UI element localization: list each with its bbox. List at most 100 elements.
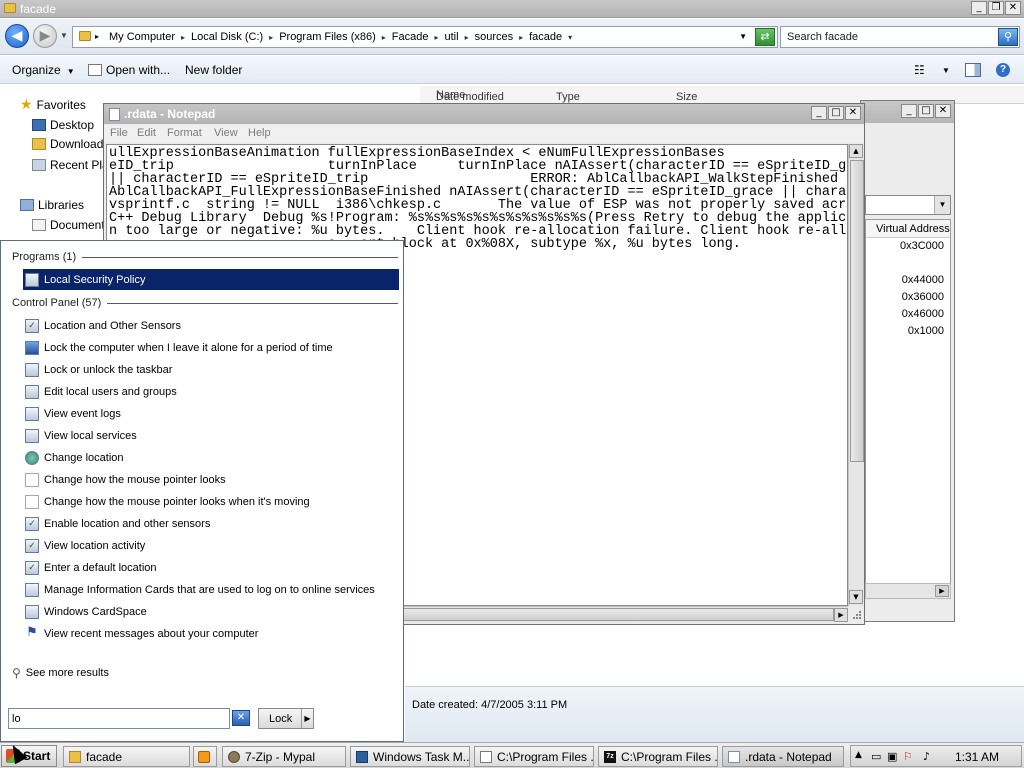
chevron-right-icon[interactable]: ▸: [265, 31, 277, 44]
clock[interactable]: 1:31 AM: [955, 750, 999, 764]
refresh-button[interactable]: ⇄: [755, 28, 775, 46]
breadcrumb-item[interactable]: Local Disk (C:): [189, 31, 265, 44]
menu-file[interactable]: File: [110, 127, 128, 139]
taskbar-item-task-manager[interactable]: Windows Task M...: [350, 746, 470, 767]
breadcrumb-item[interactable]: sources: [473, 31, 516, 44]
nav-downloads[interactable]: Downloads: [32, 137, 109, 151]
result-item[interactable]: ✓ View location activity: [25, 535, 401, 556]
back-button[interactable]: ◀: [5, 24, 29, 48]
taskbar-item-7zip[interactable]: 7z C:\Program Files ...: [598, 746, 718, 767]
address-dropdown-icon[interactable]: ▼: [739, 32, 747, 41]
scroll-up-arrow-icon[interactable]: ▲: [849, 144, 863, 158]
menu-help[interactable]: Help: [248, 127, 271, 139]
nav-desktop[interactable]: Desktop: [32, 118, 94, 132]
result-item[interactable]: Lock the computer when I leave it alone …: [25, 337, 401, 358]
breadcrumb-item[interactable]: facade: [527, 31, 564, 44]
open-with-button[interactable]: Open with...: [88, 63, 170, 77]
result-item[interactable]: Windows CardSpace: [25, 601, 401, 622]
breadcrumb-item[interactable]: Facade: [390, 31, 431, 44]
column-size[interactable]: Size: [676, 91, 697, 103]
forward-button[interactable]: ▶: [33, 24, 57, 48]
result-item[interactable]: Edit local users and groups: [25, 381, 401, 402]
chevron-right-icon[interactable]: ▸: [461, 31, 473, 44]
result-item[interactable]: ✓ Location and Other Sensors: [25, 315, 401, 336]
chevron-down-icon[interactable]: ▼: [934, 196, 950, 214]
chevron-right-icon[interactable]: ▸: [515, 31, 527, 44]
horizontal-scrollbar[interactable]: ▶: [865, 583, 951, 599]
result-item[interactable]: Manage Information Cards that are used t…: [25, 579, 401, 600]
chevron-right-icon[interactable]: ▸: [177, 31, 189, 44]
minimize-button[interactable]: _: [971, 1, 987, 15]
breadcrumb-item[interactable]: My Computer: [107, 31, 177, 44]
nav-documents[interactable]: Documents: [32, 218, 111, 232]
chevron-right-icon[interactable]: ▸: [378, 31, 390, 44]
notepad-title-bar[interactable]: .rdata - Notepad _ □ ✕: [104, 104, 864, 124]
menu-view[interactable]: View: [214, 127, 238, 139]
menu-format[interactable]: Format: [167, 127, 202, 139]
address-bar[interactable]: ▸ My Computer ▸ Local Disk (C:) ▸ Program …: [72, 26, 778, 48]
chevron-down-icon[interactable]: ▼: [942, 66, 950, 75]
close-button[interactable]: ✕: [1005, 1, 1021, 15]
column-virtual-address[interactable]: Virtual Address: [866, 220, 950, 238]
device-icon[interactable]: ▣: [887, 750, 897, 763]
scrollbar-thumb[interactable]: [850, 160, 864, 462]
views-icon[interactable]: ☷: [914, 63, 925, 77]
history-dropdown-icon[interactable]: ▼: [60, 31, 68, 40]
close-button[interactable]: ✕: [845, 106, 861, 120]
vertical-scrollbar[interactable]: ▲ ▼: [848, 144, 864, 606]
breadcrumb-item[interactable]: util: [443, 31, 461, 44]
taskbar-item-media-player[interactable]: [193, 746, 217, 767]
result-item[interactable]: ✓ Enable location and other sensors: [25, 513, 401, 534]
result-item[interactable]: Lock or unlock the taskbar: [25, 359, 401, 380]
search-input[interactable]: Search facade ⚲: [780, 26, 1020, 48]
breadcrumb-item[interactable]: Program Files (x86): [277, 31, 378, 44]
scroll-right-arrow-icon[interactable]: ▶: [935, 585, 949, 597]
taskbar-item-mypal[interactable]: 7-Zip - Mypal: [222, 746, 346, 767]
nav-favorites[interactable]: ★ Favorites: [20, 97, 86, 113]
maximize-button[interactable]: □: [828, 106, 844, 120]
minimize-button[interactable]: _: [811, 106, 827, 120]
result-item[interactable]: ✓ Enter a default location: [25, 557, 401, 578]
chevron-up-icon[interactable]: ▲: [855, 750, 862, 760]
maximize-button[interactable]: ❐: [988, 1, 1004, 15]
taskbar-item-notepad[interactable]: .rdata - Notepad: [722, 746, 844, 767]
taskbar-item-explorer[interactable]: C:\Program Files ...: [474, 746, 594, 767]
menu-edit[interactable]: Edit: [137, 127, 156, 139]
scroll-down-arrow-icon[interactable]: ▼: [849, 590, 863, 604]
result-item[interactable]: Change how the mouse pointer looks when …: [25, 491, 401, 512]
maximize-button[interactable]: □: [918, 104, 934, 118]
clear-search-icon[interactable]: ✕: [232, 710, 250, 726]
minimize-button[interactable]: _: [901, 104, 917, 118]
nav-label: Downloads: [50, 137, 110, 151]
explorer-title-bar[interactable]: facade _ ❐ ✕: [0, 0, 1024, 18]
close-button[interactable]: ✕: [935, 104, 951, 118]
result-item[interactable]: Change how the mouse pointer looks: [25, 469, 401, 490]
chevron-right-icon[interactable]: ▶: [301, 709, 313, 728]
organize-button[interactable]: Organize ▼: [12, 63, 75, 77]
result-item[interactable]: View event logs: [25, 403, 401, 424]
chevron-right-icon[interactable]: ▾: [564, 31, 576, 44]
taskbar-item-facade[interactable]: facade: [63, 746, 190, 767]
chevron-right-icon[interactable]: ▸: [430, 31, 442, 44]
result-item[interactable]: View local services: [25, 425, 401, 446]
scroll-right-arrow-icon[interactable]: ▶: [834, 608, 848, 622]
section-dropdown[interactable]: ▼: [865, 195, 951, 215]
search-icon[interactable]: ⚲: [998, 28, 1018, 46]
help-icon[interactable]: ?: [996, 63, 1010, 77]
start-search-input[interactable]: lo: [8, 708, 230, 729]
column-date-modified[interactable]: Date modified: [436, 91, 504, 103]
network-icon[interactable]: ▭: [871, 750, 881, 763]
volume-icon[interactable]: ♪: [923, 750, 930, 763]
background-dialog-title-bar[interactable]: _ □ ✕: [861, 101, 954, 123]
resize-grip-icon[interactable]: [850, 608, 862, 620]
new-folder-button[interactable]: New folder: [185, 63, 242, 77]
action-center-icon[interactable]: ⚐: [903, 750, 913, 763]
result-item[interactable]: Change location: [25, 447, 401, 468]
preview-pane-icon[interactable]: [965, 63, 981, 77]
result-local-security-policy[interactable]: Local Security Policy: [23, 269, 399, 290]
column-type[interactable]: Type: [556, 91, 580, 103]
lock-button[interactable]: Lock ▶: [258, 708, 314, 729]
see-more-results[interactable]: ⚲ See more results: [12, 666, 109, 680]
result-item[interactable]: ⚑ View recent messages about your compute…: [25, 623, 401, 644]
nav-libraries[interactable]: Libraries: [20, 198, 84, 212]
